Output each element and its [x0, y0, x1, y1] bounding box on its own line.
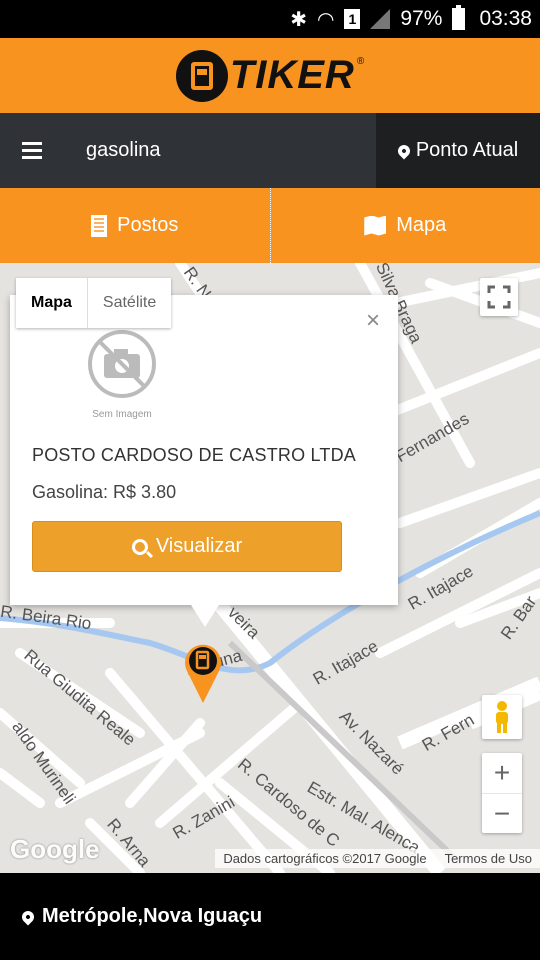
map-type-mapa[interactable]: Mapa — [16, 278, 87, 328]
street-view-button[interactable] — [482, 695, 522, 739]
wifi-icon: ◠ — [316, 7, 335, 31]
clock: 03:38 — [479, 7, 532, 30]
map-type-control: Mapa Satélite — [16, 278, 172, 328]
station-name: POSTO CARDOSO DE CASTRO LTDA — [32, 445, 356, 465]
current-location-button[interactable]: Ponto Atual — [376, 113, 540, 188]
fullscreen-icon — [487, 285, 511, 309]
sim-icon: 1 — [344, 9, 361, 29]
registered-mark: ® — [356, 55, 365, 67]
brand-header: TIKER ® — [0, 38, 540, 113]
current-city: Metrópole,Nova Iguaçu — [42, 905, 263, 927]
bluetooth-icon: ✱ — [290, 7, 307, 31]
no-camera-icon — [88, 330, 156, 398]
status-bar: ✱ ◠ 1 97% 03:38 — [0, 0, 540, 38]
search-icon — [131, 538, 148, 555]
search-field[interactable]: gasolina — [0, 113, 376, 188]
battery-percent: 97% — [400, 7, 443, 30]
map-marker-icon — [395, 142, 413, 159]
current-location-label: Ponto Atual — [415, 139, 519, 161]
no-image-placeholder: Sem Imagem — [86, 328, 158, 420]
view-station-button[interactable]: Visualizar — [32, 521, 342, 572]
fuel-pump-icon — [175, 49, 228, 102]
zoom-controls: + − — [482, 753, 522, 833]
battery-icon — [452, 5, 466, 30]
location-footer[interactable]: Metrópole,Nova Iguaçu — [0, 873, 540, 960]
fullscreen-button[interactable] — [480, 278, 518, 316]
tab-mapa-label: Mapa — [396, 214, 447, 236]
map-attribution: Dados cartográficos ©2017 Google Termos … — [215, 849, 540, 868]
no-image-label: Sem Imagem — [92, 409, 152, 420]
map-marker-icon — [19, 908, 37, 925]
signal-icon — [370, 9, 391, 29]
zoom-in-button[interactable]: + — [482, 753, 522, 793]
station-price: Gasolina: R$ 3.80 — [32, 482, 177, 502]
map-type-satelite[interactable]: Satélite — [86, 278, 171, 328]
tab-mapa[interactable]: Mapa — [269, 188, 540, 263]
view-station-label: Visualizar — [155, 535, 243, 557]
terms-link[interactable]: Termos de Uso — [445, 851, 532, 866]
menu-icon[interactable] — [22, 142, 42, 159]
pegman-icon — [496, 701, 508, 733]
search-bar: gasolina Ponto Atual — [0, 113, 540, 188]
station-marker[interactable] — [183, 641, 223, 703]
tiker-logo: TIKER ® — [175, 49, 365, 102]
google-logo: Google — [10, 834, 100, 864]
view-tabs: Postos Mapa — [0, 188, 540, 263]
close-icon[interactable]: × — [366, 307, 380, 335]
tab-postos-label: Postos — [117, 214, 179, 236]
map-icon — [364, 215, 387, 236]
tab-postos[interactable]: Postos — [0, 188, 270, 263]
search-query[interactable]: gasolina — [86, 139, 161, 162]
map-data-credit: Dados cartográficos ©2017 Google — [223, 851, 427, 866]
zoom-out-button[interactable]: − — [482, 793, 522, 833]
building-icon — [91, 214, 108, 237]
logo-text: TIKER — [229, 53, 355, 97]
fuel-marker-icon — [185, 644, 221, 703]
station-info-window: × Sem Imagem POSTO CARDOSO DE CASTRO LTD… — [10, 295, 398, 627]
map-view[interactable]: R. N Silva Braga Fernandes R. Beira Rio … — [0, 263, 540, 873]
